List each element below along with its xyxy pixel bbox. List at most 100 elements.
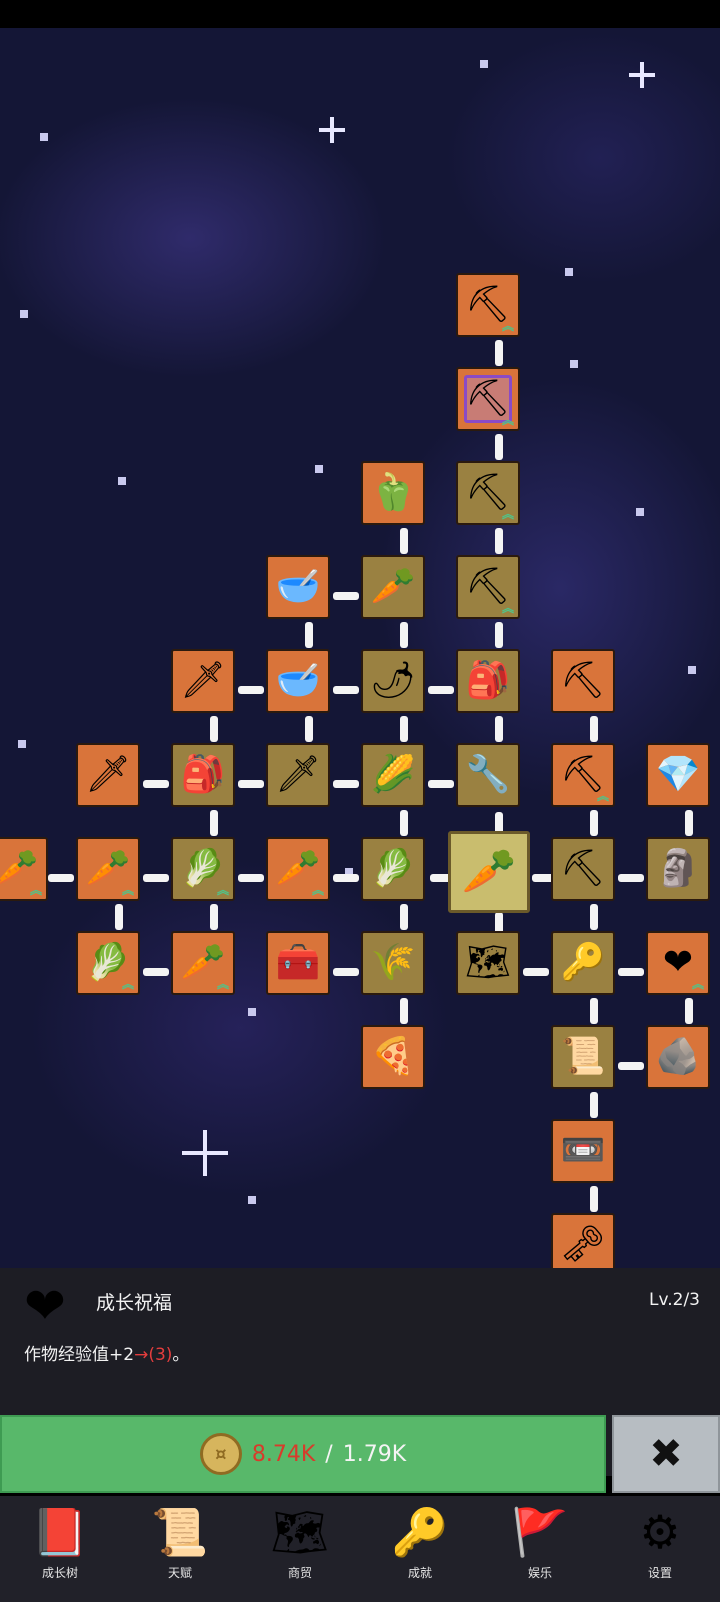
skill-node-bowl[interactable]: 🥣: [266, 649, 330, 713]
tree-link: [238, 874, 264, 882]
star: [118, 477, 126, 485]
upgrade-arrow-icon: ︽: [501, 319, 514, 333]
tree-link: [115, 904, 123, 930]
skill-node-shovel[interactable]: ⛏ ︽: [456, 555, 520, 619]
skill-node-hoe[interactable]: 🔧: [456, 743, 520, 807]
skill-node-carrot[interactable]: 🥕 ︽: [171, 931, 235, 995]
skill-node-scroll[interactable]: 📜: [551, 1025, 615, 1089]
star: [570, 360, 578, 368]
skill-node-shovel[interactable]: ⛏ ︽: [456, 273, 520, 337]
nav-item-map[interactable]: 🗺 商贸: [245, 1496, 355, 1602]
tree-link: [400, 716, 408, 742]
key-icon: 🔑: [560, 942, 606, 983]
nav-label: 成长树: [41, 1566, 78, 1580]
skill-node-sword[interactable]: 🗡: [76, 743, 140, 807]
corn-icon: 🌽: [370, 754, 416, 795]
star: [20, 310, 28, 318]
skill-node-pickaxe[interactable]: ⛏ ︽: [551, 743, 615, 807]
skill-node-radish[interactable]: 🥕: [361, 555, 425, 619]
cabbage-icon: 🥬: [370, 848, 416, 889]
skill-node-carrot[interactable]: 🥕 ︽: [266, 837, 330, 901]
star: [315, 465, 323, 473]
skill-node-cassette[interactable]: 📼: [551, 1119, 615, 1183]
star: [636, 508, 644, 516]
tree-link: [495, 622, 503, 648]
skill-node-backpack[interactable]: 🎒: [456, 649, 520, 713]
bell-pepper-icon: 🫑: [370, 472, 416, 513]
skill-node-fossil[interactable]: 🪨: [646, 1025, 710, 1089]
tree-link: [210, 716, 218, 742]
skill-tree-canvas[interactable]: ⛏ ︽ ⛏ ︽ 🫑 ⛏ ︽ 🥣 🥕 ⛏ ︽ 🗡 🥣 🌶 🎒 ⛏ 🗡 🎒 🗡 🌽 🔧 ⛏ ︽ 💎 🥕 ︽ 🥕 ︽ 🥬 ︽ 🥕 ︽ 🥬 🥕 ⛏ 🗿 🥬 ︽ 🥕 ︽…: [0, 28, 720, 1270]
skill-node-chili[interactable]: 🌶: [361, 649, 425, 713]
skill-description-arrow: →: [134, 1345, 149, 1365]
skill-node-heart[interactable]: ❤ ︽: [646, 931, 710, 995]
tree-link: [400, 810, 408, 836]
skill-node-pickaxe[interactable]: ⛏: [551, 649, 615, 713]
skill-node-carrot[interactable]: 🥕 ︽: [76, 837, 140, 901]
upgrade-arrow-icon: ︽: [216, 883, 229, 897]
scroll-icon: 📜: [151, 1505, 209, 1559]
skill-node-sword[interactable]: 🗡: [266, 743, 330, 807]
skill-node-shovel[interactable]: ⛏ ︽: [456, 461, 520, 525]
carrot-icon: 🥕: [85, 848, 131, 889]
close-button[interactable]: ✖: [612, 1415, 720, 1493]
nav-item-book[interactable]: 📕 成长树: [5, 1496, 115, 1602]
skill-node-dark-key[interactable]: 🗝: [551, 1213, 615, 1270]
skill-node-bowl[interactable]: 🥣: [266, 555, 330, 619]
skill-description-suffix: 。: [172, 1345, 190, 1365]
nav-item-key[interactable]: 🔑 成就: [365, 1496, 475, 1602]
upgrade-button[interactable]: ¤ 8.74K / 1.79K: [0, 1415, 606, 1493]
star: [248, 1008, 256, 1016]
star: [688, 666, 696, 674]
skill-node-statue[interactable]: 🗿: [646, 837, 710, 901]
tree-link: [590, 998, 598, 1024]
skill-node-sword[interactable]: 🗡: [171, 649, 235, 713]
nav-item-gear[interactable]: ⚙ 设置: [605, 1496, 715, 1602]
nav-item-scroll[interactable]: 📜 天赋: [125, 1496, 235, 1602]
skill-node-pizza[interactable]: 🍕: [361, 1025, 425, 1089]
sword-icon: 🗡: [180, 660, 226, 701]
tree-link: [143, 968, 169, 976]
hoe-icon: 🔧: [465, 754, 511, 795]
tree-link: [590, 810, 598, 836]
skill-node-chest[interactable]: 🧰: [266, 931, 330, 995]
tree-link: [618, 874, 644, 882]
backpack-icon: 🎒: [465, 660, 511, 701]
skill-node-key[interactable]: 🔑: [551, 931, 615, 995]
skill-node-carrot[interactable]: 🥕 ︽: [0, 837, 48, 901]
carrot-icon: 🥕: [275, 848, 321, 889]
skill-title: 成长祝福: [96, 1292, 173, 1314]
skill-node-pickaxe[interactable]: ⛏: [551, 837, 615, 901]
cabbage-icon: 🥬: [180, 848, 226, 889]
tree-link: [238, 686, 264, 694]
skill-node-parsnip[interactable]: 🌾: [361, 931, 425, 995]
skill-node-crystal[interactable]: 💎: [646, 743, 710, 807]
nav-label: 娱乐: [527, 1566, 552, 1580]
heart-icon: ❤: [24, 1277, 66, 1335]
upgrade-arrow-icon: ︽: [501, 413, 514, 427]
skill-node-bell-pepper[interactable]: 🫑: [361, 461, 425, 525]
skill-node-corn[interactable]: 🌽: [361, 743, 425, 807]
tree-link: [305, 716, 313, 742]
map-icon: 🗺: [270, 1505, 330, 1559]
bowl-icon: 🥣: [275, 566, 321, 607]
crystal-icon: 💎: [655, 754, 701, 795]
skill-node-carrot[interactable]: 🥕: [448, 831, 530, 913]
skill-node-map[interactable]: 🗺: [456, 931, 520, 995]
tree-link: [48, 874, 74, 882]
skill-node-purple-shovel[interactable]: ⛏ ︽: [456, 367, 520, 431]
upgrade-arrow-icon: ︽: [501, 601, 514, 615]
nav-item-banner[interactable]: 🚩 娱乐: [485, 1496, 595, 1602]
skill-node-backpack[interactable]: 🎒: [171, 743, 235, 807]
skill-node-cabbage[interactable]: 🥬 ︽: [171, 837, 235, 901]
pickaxe-icon: ⛏: [560, 660, 606, 701]
tree-link: [523, 968, 549, 976]
scroll-icon: 📜: [560, 1036, 606, 1077]
upgrade-arrow-icon: ︽: [121, 883, 134, 897]
banner-icon: 🚩: [511, 1505, 569, 1559]
skill-node-cabbage[interactable]: 🥬: [361, 837, 425, 901]
key-icon: 🔑: [391, 1505, 449, 1559]
radish-icon: 🥕: [370, 566, 416, 607]
skill-node-cabbage[interactable]: 🥬 ︽: [76, 931, 140, 995]
tree-link: [333, 874, 359, 882]
